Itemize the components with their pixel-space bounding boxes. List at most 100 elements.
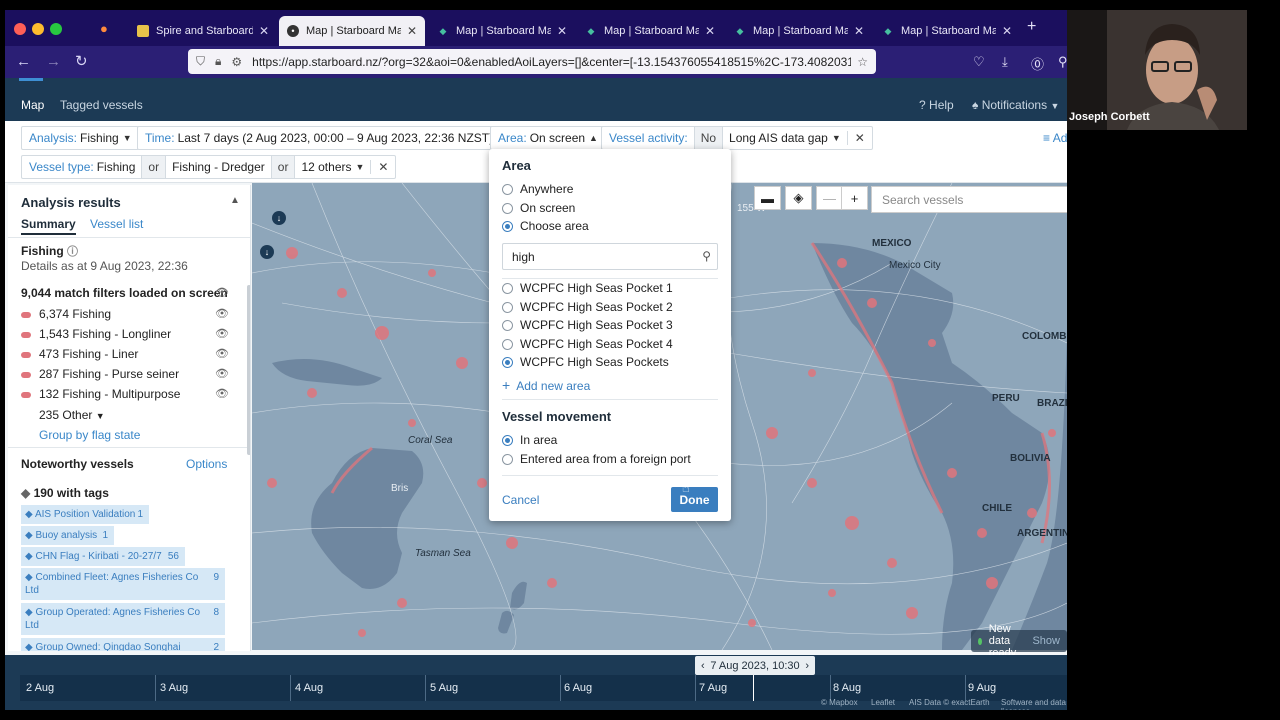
area-search-input[interactable]: high ⚲ bbox=[502, 243, 718, 270]
remove-filter-icon[interactable]: ✕ bbox=[846, 131, 872, 145]
tag-chip[interactable]: ◆ AIS Position Validation 1 bbox=[21, 505, 149, 524]
tab-starboard[interactable]: ◆ Map | Starboard Maritim ✕ bbox=[577, 16, 723, 46]
url-bar[interactable]: ⛉ 🔒︎ ⚙︎ https://app.starboard.nz/?org=32… bbox=[188, 49, 876, 74]
notifications-menu[interactable]: ♠ Notifications ▼ bbox=[972, 98, 1059, 112]
tag-chip[interactable]: ◆ Group Owned: Qingdao Songhai 2 bbox=[21, 638, 225, 651]
tab-starboard[interactable]: ◆ Map | Starboard Maritim ✕ bbox=[874, 16, 1020, 46]
area-result[interactable]: WCPFC High Seas Pocket 1 bbox=[502, 281, 673, 295]
zoom-out-button[interactable]: — bbox=[816, 186, 843, 210]
url-text[interactable]: https://app.starboard.nz/?org=32&aoi=0&e… bbox=[252, 55, 851, 69]
area-option-choose-area[interactable]: Choose area bbox=[502, 219, 589, 233]
result-row[interactable]: 287 Fishing - Purse seiner bbox=[21, 367, 179, 381]
nav-tagged-vessels[interactable]: Tagged vessels bbox=[60, 98, 143, 112]
vessel-type-filter[interactable]: Vessel type: Fishing or Fishing - Dredge… bbox=[21, 155, 397, 179]
nav-map[interactable]: Map bbox=[21, 98, 44, 112]
ruler-tool-button[interactable]: ▬ bbox=[754, 186, 781, 210]
eye-icon[interactable]: 👁︎ bbox=[215, 327, 229, 340]
shield-icon[interactable]: ⛉ bbox=[196, 54, 205, 69]
chevron-left-icon[interactable]: ‹ bbox=[701, 660, 705, 672]
tab-summary[interactable]: Summary bbox=[21, 217, 76, 235]
close-tab-icon[interactable]: ✕ bbox=[705, 24, 715, 38]
eye-icon[interactable]: 👁︎ bbox=[215, 286, 229, 299]
collapse-icon[interactable]: ▲ bbox=[230, 195, 240, 206]
result-row[interactable]: 132 Fishing - Multipurpose bbox=[21, 387, 180, 401]
password-icon[interactable]: ⓪ bbox=[1031, 54, 1044, 73]
info-icon[interactable]: ⓘ bbox=[67, 246, 78, 258]
area-result[interactable]: WCPFC High Seas Pocket 3 bbox=[502, 318, 673, 332]
movement-option-foreign-port[interactable]: Entered area from a foreign port bbox=[502, 452, 691, 466]
back-icon[interactable]: ← bbox=[16, 53, 31, 71]
close-window-button[interactable] bbox=[14, 23, 26, 35]
group-by-flag-link[interactable]: Group by flag state bbox=[39, 428, 140, 442]
new-data-banner[interactable]: New data ready Show bbox=[971, 623, 1067, 659]
add-new-area-link[interactable]: + Add new area bbox=[502, 377, 590, 393]
reload-icon[interactable]: ↻ bbox=[75, 53, 88, 71]
vessel-activity-filter[interactable]: Vessel activity: No Long AIS data gap ▼ … bbox=[601, 126, 873, 150]
tag-chip[interactable]: ◆ Buoy analysis 1 bbox=[21, 526, 114, 545]
help-link[interactable]: ? Help bbox=[919, 98, 954, 112]
zoom-in-button[interactable]: + bbox=[841, 186, 868, 210]
tag-chip[interactable]: ◆ Group Operated: Agnes Fisheries Co Ltd… bbox=[21, 603, 225, 635]
result-row[interactable]: 473 Fishing - Liner bbox=[21, 347, 138, 361]
search-icon[interactable]: ⚲ bbox=[702, 249, 711, 263]
close-tab-icon[interactable]: ✕ bbox=[259, 24, 269, 38]
close-tab-icon[interactable]: ✕ bbox=[854, 24, 864, 38]
eye-icon[interactable]: 👁︎ bbox=[215, 367, 229, 380]
new-tab-button[interactable]: + bbox=[1027, 18, 1036, 36]
options-link[interactable]: Options bbox=[186, 457, 227, 471]
analysis-filter[interactable]: Analysis: Fishing ▼ bbox=[21, 126, 139, 150]
permissions-icon[interactable]: ⚙︎ bbox=[231, 55, 242, 69]
eye-icon[interactable]: 👁︎ bbox=[215, 347, 229, 360]
credit-leaflet[interactable]: Leaflet bbox=[871, 698, 895, 707]
layers-button[interactable]: ◈ bbox=[785, 186, 812, 210]
download-icon[interactable]: ⤓ bbox=[1002, 54, 1008, 70]
movement-option-in-area[interactable]: In area bbox=[502, 433, 557, 447]
pocket-icon[interactable]: ♡ bbox=[973, 54, 985, 70]
firefox-icon[interactable]: ● bbox=[100, 21, 108, 36]
cancel-button[interactable]: Cancel bbox=[502, 493, 539, 507]
area-option-anywhere[interactable]: Anywhere bbox=[502, 182, 573, 196]
time-filter[interactable]: Time: Last 7 days (2 Aug 2023, 00:00 – 9… bbox=[137, 126, 514, 150]
maximize-window-button[interactable] bbox=[50, 23, 62, 35]
tab-starboard[interactable]: ◆ Map | Starboard Maritim ✕ bbox=[429, 16, 575, 46]
activity-no-toggle[interactable]: No bbox=[693, 127, 724, 149]
credit-mapbox[interactable]: © Mapbox bbox=[821, 698, 858, 707]
tag-chip[interactable]: ◆ Combined Fleet: Agnes Fisheries Co Ltd… bbox=[21, 568, 225, 600]
eye-icon[interactable]: 👁︎ bbox=[215, 387, 229, 400]
close-tab-icon[interactable]: ✕ bbox=[557, 24, 567, 38]
close-tab-icon[interactable]: ✕ bbox=[407, 24, 417, 38]
add-filter-button[interactable]: ≡ Add filter bbox=[1043, 131, 1067, 145]
close-tab-icon[interactable]: ✕ bbox=[1002, 24, 1012, 38]
area-filter[interactable]: Area: On screen ▲ bbox=[490, 126, 605, 150]
tab-spire[interactable]: Spire and Starboard we ✕ bbox=[129, 16, 277, 46]
bookmark-star-icon[interactable]: ☆ bbox=[857, 55, 868, 69]
other-expander[interactable]: 235 Other ▼ bbox=[39, 408, 105, 422]
extensions-icon[interactable]: ⚲ bbox=[1058, 54, 1067, 70]
area-result[interactable]: WCPFC High Seas Pocket 2 bbox=[502, 300, 673, 314]
result-row[interactable]: 6,374 Fishing bbox=[21, 307, 111, 321]
tab-starboard[interactable]: ◆ Map | Starboard Maritim ✕ bbox=[726, 16, 872, 46]
timeline-marker[interactable]: ‹ 7 Aug 2023, 10:30 › bbox=[695, 656, 815, 675]
area-result[interactable]: WCPFC High Seas Pocket 4 bbox=[502, 337, 673, 351]
tab-vessel-list[interactable]: Vessel list bbox=[90, 217, 143, 231]
area-option-on-screen[interactable]: On screen bbox=[502, 201, 575, 215]
remove-filter-icon[interactable]: ✕ bbox=[370, 160, 395, 174]
show-new-data-link[interactable]: Show bbox=[1032, 635, 1060, 647]
tag-chip[interactable]: ◆ CHN Flag - Kiribati - 20-27/7 56 bbox=[21, 547, 185, 566]
eye-icon[interactable]: 👁︎ bbox=[215, 307, 229, 320]
vessel-marker-icon[interactable]: ↓ bbox=[272, 211, 286, 225]
result-row[interactable]: 1,543 Fishing - Longliner bbox=[21, 327, 171, 341]
credit-ais[interactable]: AIS Data © exactEarth bbox=[909, 698, 990, 707]
spire-favicon-icon bbox=[137, 25, 149, 37]
vessel-marker-icon[interactable]: ↓ bbox=[260, 245, 274, 259]
area-result-selected[interactable]: WCPFC High Seas Pockets bbox=[502, 355, 669, 369]
forward-icon[interactable]: → bbox=[46, 53, 61, 71]
lock-icon[interactable]: 🔒︎ bbox=[215, 54, 221, 69]
credit-licences[interactable]: Software and data licences bbox=[1001, 698, 1067, 710]
tab-starboard-active[interactable]: • Map | Starboard Maritim ✕ bbox=[279, 16, 425, 46]
done-button[interactable]: Done bbox=[671, 487, 718, 512]
minimize-window-button[interactable] bbox=[32, 23, 44, 35]
search-vessels-input[interactable]: Search vessels ⚲ bbox=[871, 186, 1067, 213]
chevron-right-icon[interactable]: › bbox=[805, 660, 809, 672]
panel-scrollbar[interactable] bbox=[247, 285, 250, 455]
